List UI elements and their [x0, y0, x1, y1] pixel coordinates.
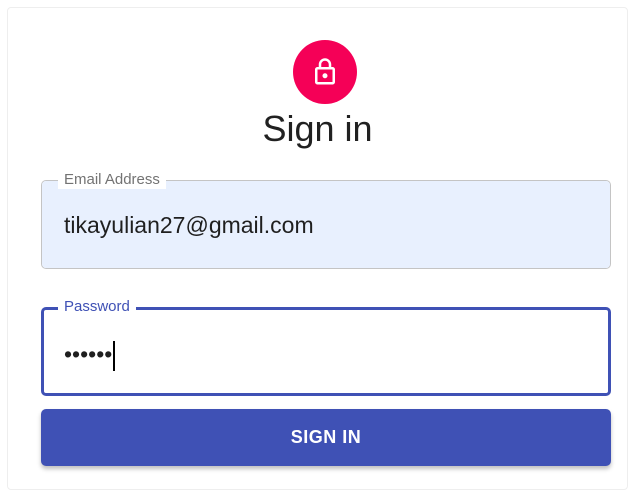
lock-avatar [293, 40, 357, 104]
password-field[interactable]: Password •••••• [41, 298, 611, 396]
email-field[interactable]: Email Address tikayulian27@gmail.com [41, 171, 611, 269]
email-field-value[interactable]: tikayulian27@gmail.com [64, 211, 314, 239]
text-caret [113, 340, 116, 371]
email-field-label: Email Address [58, 171, 166, 189]
lock-icon [315, 58, 335, 85]
sign-in-button[interactable]: SIGN IN [41, 409, 611, 466]
page-title: Sign in [262, 108, 373, 149]
password-dots: •••••• [64, 341, 113, 367]
password-field-value[interactable]: •••••• [64, 340, 116, 371]
password-field-label: Password [58, 298, 136, 316]
